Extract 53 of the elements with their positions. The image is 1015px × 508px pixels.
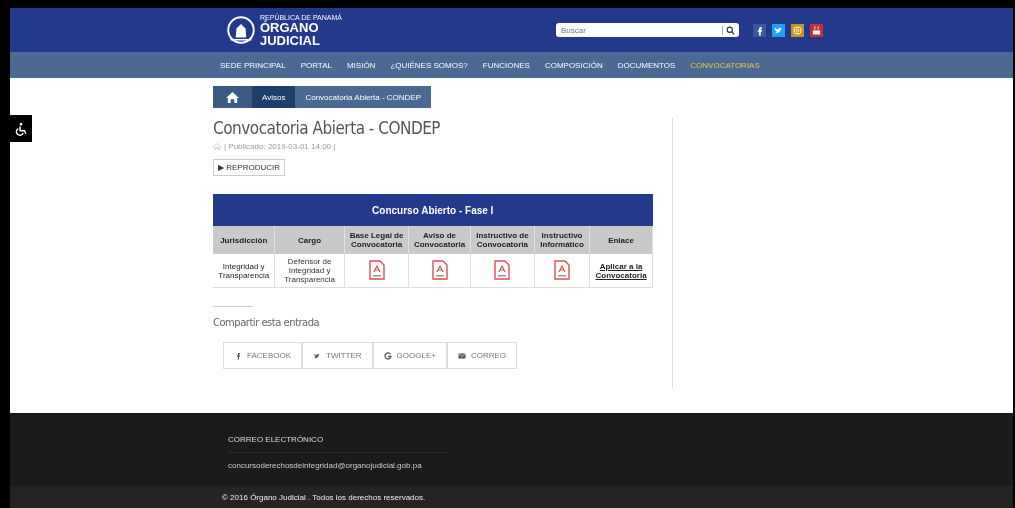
nav-link[interactable]: CONVOCATORIAS [690, 60, 760, 70]
google-icon [383, 351, 392, 360]
accessibility-button[interactable] [10, 115, 32, 142]
search-icon[interactable] [722, 25, 735, 35]
pdf-icon[interactable] [494, 259, 511, 280]
bird-icon[interactable] [772, 23, 785, 37]
envelope-icon [457, 351, 466, 360]
home-icon [213, 143, 221, 150]
share-button[interactable]: FACEBOOK [223, 342, 302, 369]
accessibility-icon[interactable] [14, 121, 28, 136]
column-header: Enlace [589, 226, 653, 254]
nav-link[interactable]: ¿QUIÉNES SOMOS? [390, 60, 468, 70]
pdf-icon[interactable] [554, 259, 571, 280]
nav-link[interactable]: DOCUMENTOS [617, 60, 676, 70]
share-button[interactable]: GOOGLE+ [372, 342, 447, 369]
nav-link[interactable]: PORTAL [300, 60, 332, 70]
play-button[interactable]: ▶ REPRODUCIR [213, 159, 285, 176]
email-link[interactable]: concursoderechosdeintegridad@organojudicial.gob.pa [228, 461, 448, 470]
facebook-icon [234, 351, 242, 360]
breadcrumb-link[interactable]: Avisos [252, 86, 296, 108]
article-title: Convocatoria Abierta - CONDEP [213, 118, 442, 138]
emblem-icon [226, 15, 256, 45]
breadcrumb-link[interactable]: Convocatoria Abierta - CONDEP [295, 86, 432, 108]
camera-icon[interactable] [791, 23, 804, 37]
column-header: Cargo [274, 226, 345, 254]
share-title: Compartir esta entrada [213, 317, 321, 328]
search-field[interactable]: Buscar [556, 23, 739, 37]
table-cell-text: Integridad y Transparencia [217, 261, 271, 280]
apply-link[interactable]: Aplicar a la Convocatoria [592, 261, 650, 280]
table-title: Concurso Abierto - Fase I [213, 194, 653, 226]
bird-icon [313, 351, 321, 360]
column-header: Aviso de Convocatoria [408, 226, 471, 254]
logo-title: ÓRGANO [260, 20, 319, 34]
nav-link[interactable]: SEDE PRINCIPAL [220, 60, 286, 70]
table-cell-text: Defensor de Integridad y Transparencia [283, 257, 336, 284]
nav-link[interactable]: MISIÓN [346, 60, 376, 70]
pdf-icon[interactable] [368, 259, 385, 280]
facebook-icon[interactable] [753, 23, 766, 37]
pdf-icon[interactable] [431, 259, 448, 280]
home-crumb[interactable] [213, 86, 252, 108]
nav-link[interactable]: FUNCIONES [482, 60, 530, 70]
logo-title: JUDICIAL [260, 33, 321, 47]
column-header: Jurisdicción [213, 226, 275, 254]
share-button[interactable]: CORREO [446, 342, 518, 369]
column-header: Instructivo Informático [534, 226, 590, 254]
share-button[interactable]: TWITTER [302, 342, 373, 369]
column-header: Instructivo de Convocatoria [470, 226, 535, 254]
post-date: | Publicado: 2019-03-01 14:00 | [224, 142, 336, 151]
home-icon[interactable] [225, 90, 240, 104]
column-header: Base Legal de Convocatoria [344, 226, 409, 254]
copyright: © 2016 Órgano Judicial . Todos los derechos reservados. [222, 492, 426, 502]
footer-heading: CORREO ELECTRÓNICO [228, 435, 325, 444]
nav-link[interactable]: COMPOSICIÓN [544, 60, 603, 70]
